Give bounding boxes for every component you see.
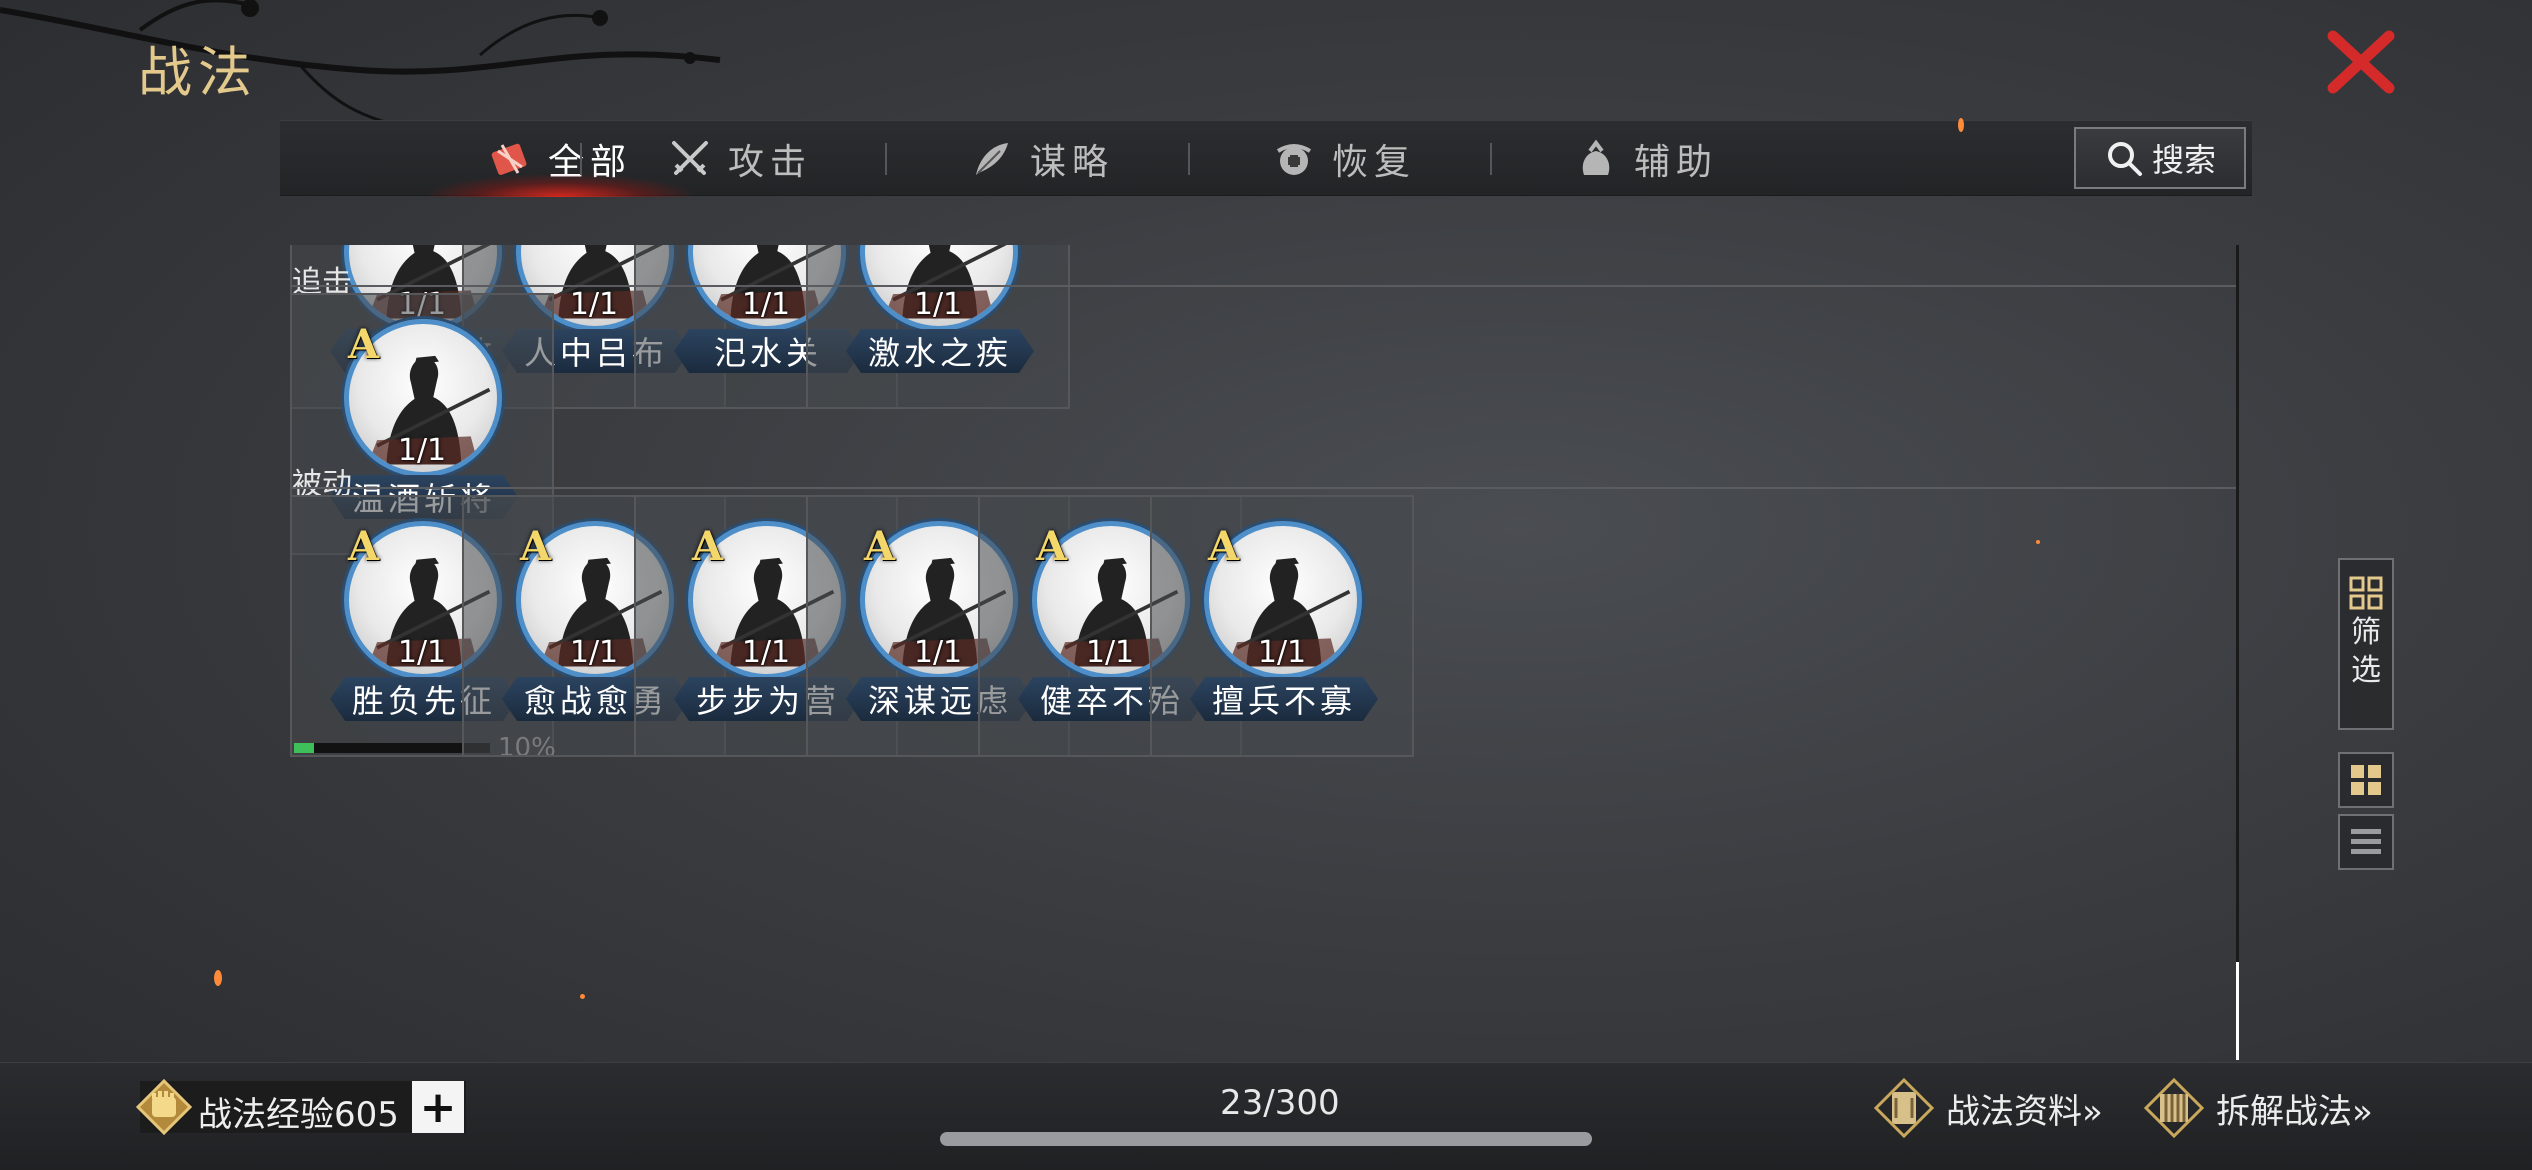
dismantle-skill-link[interactable]: 拆解战法» xyxy=(2142,1073,2373,1143)
tab-label: 攻击 xyxy=(727,142,812,183)
ember-spark xyxy=(2036,540,2040,544)
skill-grade-badge: A xyxy=(348,523,380,570)
skill-grade-badge: A xyxy=(1036,523,1068,570)
filter-grid-icon xyxy=(2349,576,2383,610)
skill-card[interactable]: 1/1 激水之疾 xyxy=(806,245,1070,409)
skill-card[interactable]: A 1/1 擅兵不寡 xyxy=(1150,495,1414,757)
skill-grade-badge: A xyxy=(348,321,380,368)
skill-info-label: 战法资料» xyxy=(1946,1091,2103,1132)
filter-button[interactable]: 筛选 xyxy=(2338,558,2394,730)
grid-view-button[interactable] xyxy=(2338,752,2394,808)
dismantle-icon xyxy=(2143,1077,2205,1139)
scroll-book-icon xyxy=(1873,1077,1935,1139)
tab-label: 辅助 xyxy=(1633,142,1718,183)
skill-count: 1/1 xyxy=(1257,635,1307,670)
tab-recovery[interactable]: 恢复 xyxy=(1194,121,1494,197)
dismantle-label: 拆解战法» xyxy=(2216,1091,2373,1132)
progress-fill xyxy=(294,743,314,753)
tab-label: 恢复 xyxy=(1331,142,1416,183)
scrollbar-thumb[interactable] xyxy=(2236,962,2239,1060)
search-button[interactable]: 搜索 xyxy=(2074,127,2246,189)
tab-divider xyxy=(1490,143,1492,175)
skill-count: 1/1 xyxy=(913,287,963,322)
home-indicator[interactable] xyxy=(940,1132,1592,1146)
skill-exp-text: 战法经验605 xyxy=(198,1095,399,1135)
filter-label: 筛选 xyxy=(2351,615,2381,688)
tab-divider xyxy=(1188,143,1190,175)
skill-name: 激水之疾 xyxy=(846,329,1034,373)
tab-label: 谋略 xyxy=(1029,142,1114,183)
tab-divider xyxy=(885,143,887,175)
skill-grade-badge: A xyxy=(864,523,896,570)
skill-capacity-count: 23/300 xyxy=(1220,1083,1340,1123)
ember-spark xyxy=(580,994,585,999)
search-icon xyxy=(2107,142,2142,176)
section-divider xyxy=(290,487,2238,489)
grid-view-icon xyxy=(2351,765,2381,795)
tab-attack[interactable]: 攻击 xyxy=(590,121,890,197)
scrollbar-track[interactable] xyxy=(2236,245,2239,1060)
skill-exp-fist-icon xyxy=(135,1078,193,1136)
search-label: 搜索 xyxy=(2151,141,2216,179)
tab-strategy[interactable]: 谋略 xyxy=(892,121,1192,197)
add-exp-button[interactable]: + xyxy=(412,1081,464,1133)
ember-spark xyxy=(214,970,222,986)
close-icon[interactable] xyxy=(2325,30,2397,94)
page-title: 战法 xyxy=(138,41,258,104)
recovery-icon xyxy=(1276,144,1312,175)
support-icon xyxy=(1582,139,1610,175)
strategy-feather-icon xyxy=(975,143,1008,175)
skill-info-link[interactable]: 战法资料» xyxy=(1872,1073,2103,1143)
list-view-icon xyxy=(2351,829,2381,854)
skill-grade-badge: A xyxy=(692,523,724,570)
list-view-button[interactable] xyxy=(2338,814,2394,870)
section-divider xyxy=(290,285,2238,287)
skill-name: 擅兵不寡 xyxy=(1190,677,1378,721)
ember-spark xyxy=(1958,118,1964,132)
crossed-swords-icon xyxy=(671,141,708,175)
skill-list[interactable]: 1/1绝水遏敌1/1人中吕布1/1汜水关1/1激水之疾追击A1/1温酒斩将被动A… xyxy=(290,245,2240,1060)
progress-track xyxy=(294,743,490,753)
tab-support[interactable]: 辅助 xyxy=(1496,121,1796,197)
category-tab-bar: 全部 攻击 谋略 恢复 辅助 搜索 xyxy=(280,120,2252,197)
skill-grade-badge: A xyxy=(1208,523,1240,570)
tab-divider xyxy=(580,143,582,175)
skill-grade-badge: A xyxy=(520,523,552,570)
bottom-bar: 战法经验605 + 23/300 战法资料» 拆解战法» xyxy=(0,1062,2532,1170)
all-skills-icon xyxy=(491,143,527,175)
